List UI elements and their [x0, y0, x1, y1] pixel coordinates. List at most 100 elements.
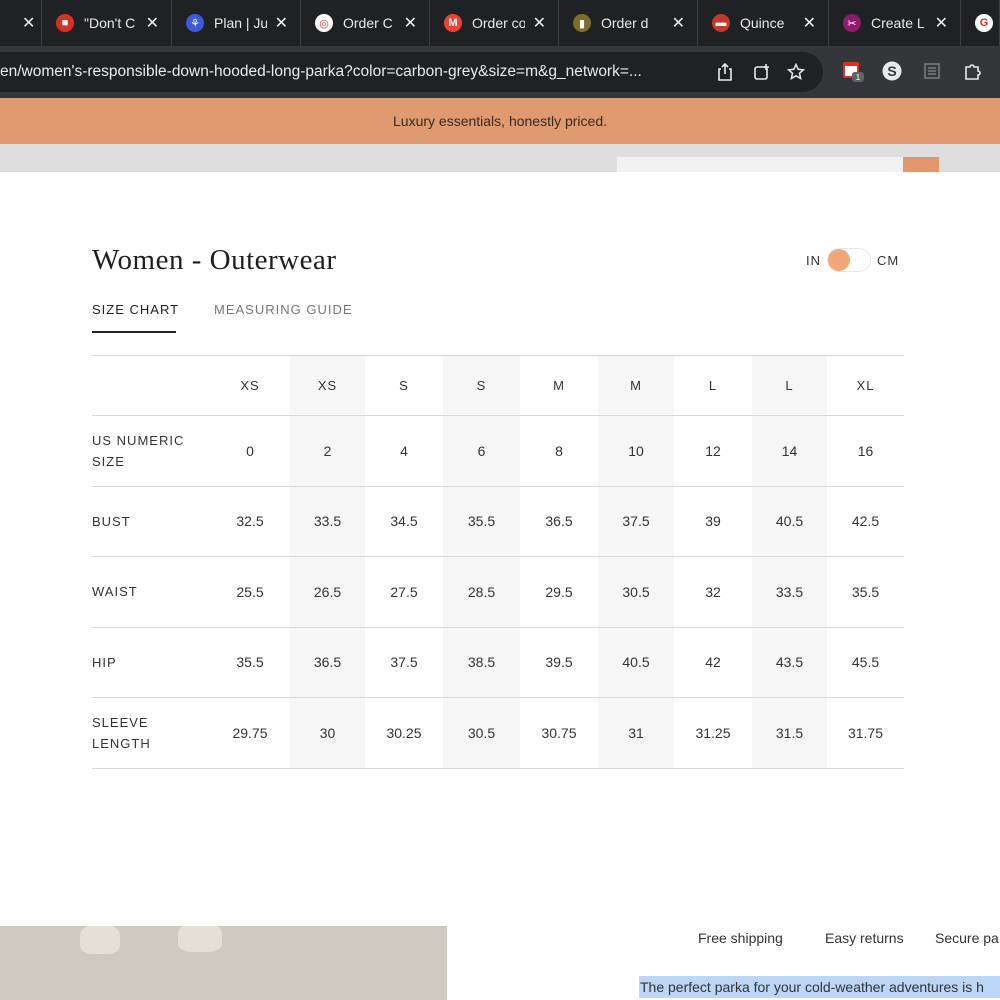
site-header: [0, 144, 1000, 187]
measurement-value-cell: 35.5: [210, 627, 290, 698]
tab-measuring-guide[interactable]: MEASURING GUIDE: [214, 302, 353, 317]
measurement-value-cell: 27.5: [365, 556, 443, 628]
address-bar[interactable]: en/women's-responsible-down-hooded-long-…: [0, 52, 823, 92]
unit-toggle[interactable]: IN CM: [806, 248, 899, 272]
tab-favicon-icon: M: [444, 14, 462, 32]
measurement-value-cell: 30.25: [365, 697, 443, 769]
measurement-value-cell: 2: [290, 415, 365, 487]
unit-in-label[interactable]: IN: [806, 253, 821, 268]
calendar-extension-icon[interactable]: 1: [842, 60, 864, 82]
measurement-label-line: SLEEVE: [92, 714, 149, 730]
s-extension-icon[interactable]: S: [881, 60, 903, 82]
measurement-value-cell: 39: [674, 486, 752, 557]
measurement-value-cell: 33.5: [290, 486, 365, 557]
tab-title: Order C: [343, 15, 393, 31]
measurement-value-cell: 14: [752, 415, 827, 487]
bookmark-star-icon[interactable]: [785, 61, 807, 83]
measurement-value-cell: 35.5: [443, 486, 520, 557]
shoe-right-shape: [178, 926, 222, 952]
share-icon[interactable]: [714, 61, 736, 83]
reader-extension-icon[interactable]: [921, 60, 943, 82]
size-chart-modal: Women - Outerwear IN CM SIZE CHART MEASU…: [0, 172, 1000, 926]
tab-title: Plan | Ju: [214, 15, 267, 31]
shoe-left-shape: [80, 926, 120, 954]
tab-favicon-icon: ✂: [843, 14, 861, 32]
browser-tab[interactable]: ▬ Quince ✕: [698, 0, 829, 46]
address-url[interactable]: en/women's-responsible-down-hooded-long-…: [0, 63, 700, 81]
promo-text: Luxury essentials, honestly priced.: [393, 113, 607, 129]
browser-tab[interactable]: ⚘ Plan | Ju ✕: [172, 0, 301, 46]
puzzle-extensions-icon[interactable]: [962, 60, 984, 82]
unit-cm-label[interactable]: CM: [877, 253, 899, 268]
measurement-value-cell: 45.5: [827, 627, 904, 698]
tab-title: Quince: [740, 15, 785, 31]
tab-close-icon[interactable]: ✕: [404, 13, 417, 33]
unit-switch[interactable]: [827, 248, 871, 272]
measurement-value-cell: 8: [520, 415, 598, 487]
measurement-value-cell: 40.5: [598, 627, 674, 698]
promo-bar: Luxury essentials, honestly priced.: [0, 98, 1000, 144]
measurement-value-cell: 31.25: [674, 697, 752, 769]
measurement-label-line: SIZE: [92, 453, 125, 469]
install-app-icon[interactable]: [751, 61, 773, 83]
browser-tab[interactable]: ■ "Don't C ✕: [42, 0, 172, 46]
size-header-cell: S: [443, 355, 520, 416]
tab-close-icon[interactable]: ✕: [935, 13, 948, 33]
tab-title: Create L: [871, 15, 925, 31]
measurement-value-cell: 38.5: [443, 627, 520, 698]
tab-title: Order d: [601, 15, 649, 31]
measurement-value-cell: 42: [674, 627, 752, 698]
browser-tab[interactable]: ✂ Create L ✕: [829, 0, 961, 46]
measurement-row: HIP 35.5 36.5 37.5 38.5 39.5 40.5 42 43.5 45.5: [92, 627, 904, 698]
size-header-cell: L: [674, 355, 752, 416]
unit-switch-knob[interactable]: [828, 249, 850, 271]
browser-tab[interactable]: ▮ Order d ✕: [559, 0, 698, 46]
measurement-value-cell: 4: [365, 415, 443, 487]
measurement-row: SLEEVE LENGTH 29.75 30 30.25 30.5 30.75 31 31.25…: [92, 697, 904, 769]
measurement-label: SLEEVE LENGTH: [92, 697, 210, 769]
measurement-value-cell: 33.5: [752, 556, 827, 628]
measurement-value-cell: 40.5: [752, 486, 827, 557]
measurement-value-cell: 34.5: [365, 486, 443, 557]
browser-tab[interactable]: ✕: [0, 0, 42, 46]
modal-title: Women - Outerwear: [92, 244, 337, 276]
size-chart-table: XS XS S S M M L L XL US NUMERIC SIZE 0 2 4 6 8 10 12 14 16 B…: [92, 355, 904, 769]
measurement-label: HIP: [92, 627, 210, 698]
measurement-value-cell: 31.75: [827, 697, 904, 769]
tab-title: Order co: [472, 15, 525, 31]
measurement-row: BUST 32.5 33.5 34.5 35.5 36.5 37.5 39 40.5 42.5: [92, 486, 904, 557]
tab-close-icon[interactable]: ✕: [275, 13, 288, 33]
measurement-value-cell: 6: [443, 415, 520, 487]
measurement-label-line: WAIST: [92, 584, 138, 600]
extension-badge: 1: [856, 73, 861, 82]
browser-tab[interactable]: M Order co ✕: [430, 0, 559, 46]
measurement-label-line: LENGTH: [92, 735, 151, 751]
tab-size-chart[interactable]: SIZE CHART: [92, 302, 178, 333]
tab-close-icon[interactable]: ✕: [22, 13, 35, 33]
measurement-row: WAIST 25.5 26.5 27.5 28.5 29.5 30.5 32 33.5 35.5: [92, 556, 904, 628]
tab-close-icon[interactable]: ✕: [672, 13, 685, 33]
measurement-value-cell: 36.5: [520, 486, 598, 557]
browser-tab[interactable]: Gqu: [961, 0, 1000, 46]
measurement-value-cell: 25.5: [210, 556, 290, 628]
perk-free-shipping: Free shipping: [698, 930, 783, 946]
measurement-value-cell: 10: [598, 415, 674, 487]
tab-close-icon[interactable]: ✕: [146, 13, 159, 33]
browser-tab[interactable]: ◎ Order C ✕: [301, 0, 430, 46]
measurement-value-cell: 43.5: [752, 627, 827, 698]
product-info: Free shipping Easy returns Secure pa The…: [447, 926, 1000, 1000]
size-header-cell: XL: [827, 355, 904, 416]
empty-corner-cell: [92, 355, 210, 416]
tab-close-icon[interactable]: ✕: [803, 13, 816, 33]
tab-favicon-icon: G: [975, 14, 993, 32]
measurement-value-cell: 35.5: [827, 556, 904, 628]
measurement-label-line: HIP: [92, 654, 117, 670]
measurement-value-cell: 29.5: [520, 556, 598, 628]
tab-close-icon[interactable]: ✕: [533, 13, 546, 33]
size-header-cell: XS: [290, 355, 365, 416]
size-header-row: XS XS S S M M L L XL: [92, 355, 904, 416]
measurement-value-cell: 32.5: [210, 486, 290, 557]
browser-toolbar: en/women's-responsible-down-hooded-long-…: [0, 46, 1000, 98]
measurement-value-cell: 32: [674, 556, 752, 628]
measurement-label-line: US NUMERIC: [92, 432, 185, 448]
